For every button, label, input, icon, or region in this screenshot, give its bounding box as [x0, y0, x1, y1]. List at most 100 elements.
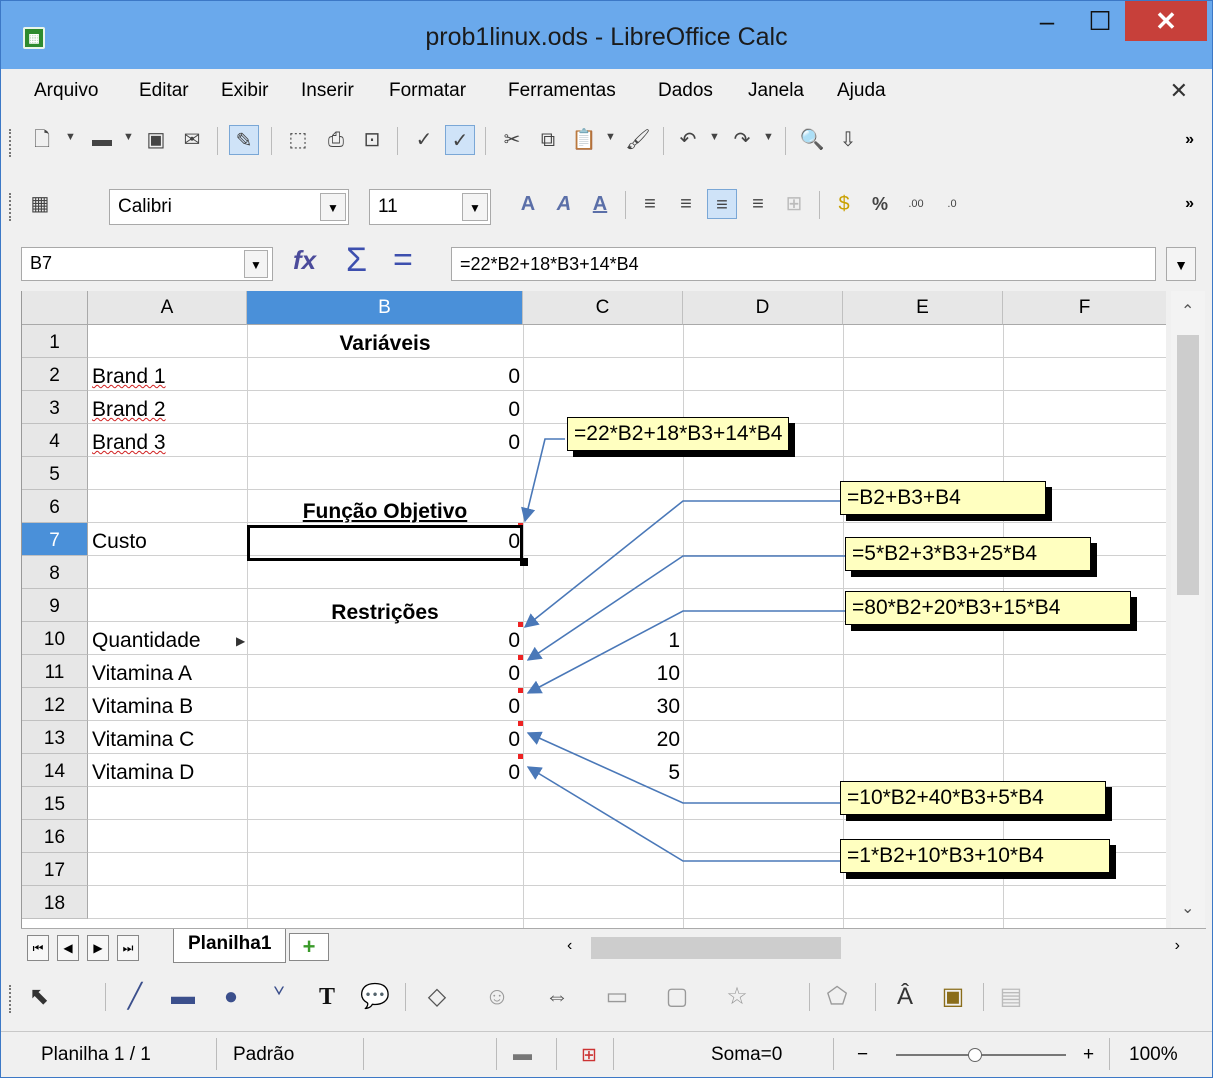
redo-icon[interactable]: ↷: [727, 125, 757, 155]
open-icon[interactable]: ▬: [87, 125, 117, 155]
print-preview-icon[interactable]: ⊡: [357, 125, 387, 155]
autofill-handle[interactable]: [520, 558, 528, 566]
vertical-scrollbar[interactable]: ⌃ ⌄: [1171, 291, 1205, 928]
column-header-d[interactable]: D: [683, 291, 843, 325]
row-header-5[interactable]: 5: [22, 457, 88, 490]
currency-icon[interactable]: $: [829, 189, 859, 219]
align-left-icon[interactable]: ≡: [635, 189, 665, 219]
points-icon[interactable]: ⬠: [821, 981, 853, 1013]
next-sheet-icon[interactable]: ▶: [87, 935, 109, 961]
ellipse-icon[interactable]: ●: [215, 981, 247, 1013]
row-header-12[interactable]: 12: [22, 688, 88, 721]
vertical-scroll-thumb[interactable]: [1177, 335, 1199, 595]
cell-a11[interactable]: Vitamina A: [92, 656, 192, 689]
scroll-down-icon[interactable]: ⌄: [1181, 898, 1194, 918]
email-icon[interactable]: ✉: [177, 125, 207, 155]
italic-icon[interactable]: A: [549, 189, 579, 219]
spellcheck-icon[interactable]: ✓: [409, 125, 439, 155]
open-dropdown-icon[interactable]: ▼: [123, 131, 134, 143]
align-right-icon[interactable]: ≡: [707, 189, 737, 219]
autospellcheck-icon[interactable]: ✓: [445, 125, 475, 155]
insert-image-icon[interactable]: ▣: [937, 981, 969, 1013]
row-header-7[interactable]: 7: [22, 523, 88, 556]
find-replace-icon[interactable]: 🔍: [797, 125, 827, 155]
menu-ajuda[interactable]: Ajuda: [837, 80, 886, 102]
percent-icon[interactable]: %: [865, 189, 895, 219]
row-header-8[interactable]: 8: [22, 556, 88, 589]
column-header-f[interactable]: F: [1003, 291, 1166, 325]
cell-a3[interactable]: Brand 2: [92, 392, 166, 425]
function-wizard-icon[interactable]: fx: [293, 245, 316, 276]
paste-icon[interactable]: 📋: [569, 125, 599, 155]
row-header-17[interactable]: 17: [22, 853, 88, 886]
menu-dados[interactable]: Dados: [658, 80, 713, 102]
row-header-18[interactable]: 18: [22, 886, 88, 919]
underline-icon[interactable]: A: [585, 189, 615, 219]
row-header-10[interactable]: 10: [22, 622, 88, 655]
cell-a2[interactable]: Brand 1: [92, 359, 166, 392]
row-header-13[interactable]: 13: [22, 721, 88, 754]
cell-b14[interactable]: 0: [247, 755, 520, 788]
select-pointer-icon[interactable]: ⬉: [23, 981, 55, 1013]
paste-dropdown-icon[interactable]: ▼: [605, 131, 616, 143]
cell-b13[interactable]: 0: [247, 722, 520, 755]
scroll-left-icon[interactable]: ‹: [567, 937, 572, 955]
align-center-icon[interactable]: ≡: [671, 189, 701, 219]
status-sum[interactable]: Soma=0: [711, 1044, 782, 1066]
bold-icon[interactable]: A: [513, 189, 543, 219]
row-header-9[interactable]: 9: [22, 589, 88, 622]
row-header-15[interactable]: 15: [22, 787, 88, 820]
cell-c13[interactable]: 20: [523, 722, 680, 755]
add-sheet-icon[interactable]: +: [289, 933, 329, 961]
scroll-right-icon[interactable]: ›: [1175, 937, 1180, 955]
save-icon[interactable]: ▣: [141, 125, 171, 155]
edit-mode-icon[interactable]: ✎: [229, 125, 259, 155]
row-header-3[interactable]: 3: [22, 391, 88, 424]
export-pdf-icon[interactable]: ⬚: [283, 125, 313, 155]
symbol-shapes-icon[interactable]: ☺: [481, 981, 513, 1013]
insert-mode-icon[interactable]: ▬: [513, 1044, 532, 1066]
formula-input[interactable]: =22*B2+18*B3+14*B4: [451, 247, 1156, 281]
zoom-slider[interactable]: [896, 1048, 1066, 1062]
sum-icon[interactable]: Σ: [346, 241, 367, 280]
flowchart-icon[interactable]: ▭: [601, 981, 633, 1013]
menu-formatar[interactable]: Formatar: [389, 80, 466, 102]
status-page-style[interactable]: Padrão: [233, 1044, 294, 1066]
cell-b6[interactable]: Função Objetivo: [247, 494, 523, 527]
row-header-1[interactable]: 1: [22, 325, 88, 358]
cell-c12[interactable]: 30: [523, 689, 680, 722]
row-header-14[interactable]: 14: [22, 754, 88, 787]
close-document-icon[interactable]: ✕: [1170, 78, 1188, 104]
cell-a4[interactable]: Brand 3: [92, 425, 166, 458]
menu-exibir[interactable]: Exibir: [221, 80, 269, 102]
status-zoom-level[interactable]: 100%: [1129, 1044, 1178, 1066]
column-header-c[interactable]: C: [523, 291, 683, 325]
new-dropdown-icon[interactable]: ▼: [65, 131, 76, 143]
justify-icon[interactable]: ≡: [743, 189, 773, 219]
first-sheet-icon[interactable]: ⏮: [27, 935, 49, 961]
cell-b1[interactable]: Variáveis: [247, 326, 523, 359]
cell-a10[interactable]: Quantidade: [92, 623, 201, 656]
comment-vitamina-c[interactable]: =10*B2+40*B3+5*B4: [840, 781, 1106, 815]
font-size-dropdown-icon[interactable]: ▼: [462, 193, 488, 221]
extrusion-icon[interactable]: ▤: [995, 981, 1027, 1013]
comment-vitamina-b[interactable]: =80*B2+20*B3+15*B4: [845, 591, 1131, 625]
menu-inserir[interactable]: Inserir: [301, 80, 354, 102]
callouts-icon[interactable]: ▢: [661, 981, 693, 1013]
menu-editar[interactable]: Editar: [139, 80, 189, 102]
cell-b10[interactable]: 0: [247, 623, 520, 656]
cell-a13[interactable]: Vitamina C: [92, 722, 194, 755]
column-header-b[interactable]: B: [247, 291, 523, 325]
cell-c11[interactable]: 10: [523, 656, 680, 689]
cell-c10[interactable]: 1: [523, 623, 680, 656]
row-header-11[interactable]: 11: [22, 655, 88, 688]
minimize-button[interactable]: –: [1026, 1, 1068, 41]
zoom-slider-knob[interactable]: [968, 1048, 982, 1062]
menu-ferramentas[interactable]: Ferramentas: [508, 80, 616, 102]
cell-c14[interactable]: 5: [523, 755, 680, 788]
close-button[interactable]: ✕: [1125, 1, 1207, 41]
add-decimal-icon[interactable]: .00: [901, 189, 931, 219]
cell-a12[interactable]: Vitamina B: [92, 689, 193, 722]
row-header-16[interactable]: 16: [22, 820, 88, 853]
spreadsheet-grid[interactable]: A B C D E F 1 2 3 4 5 6 7 8 9 10 11 12 1…: [21, 291, 1166, 928]
